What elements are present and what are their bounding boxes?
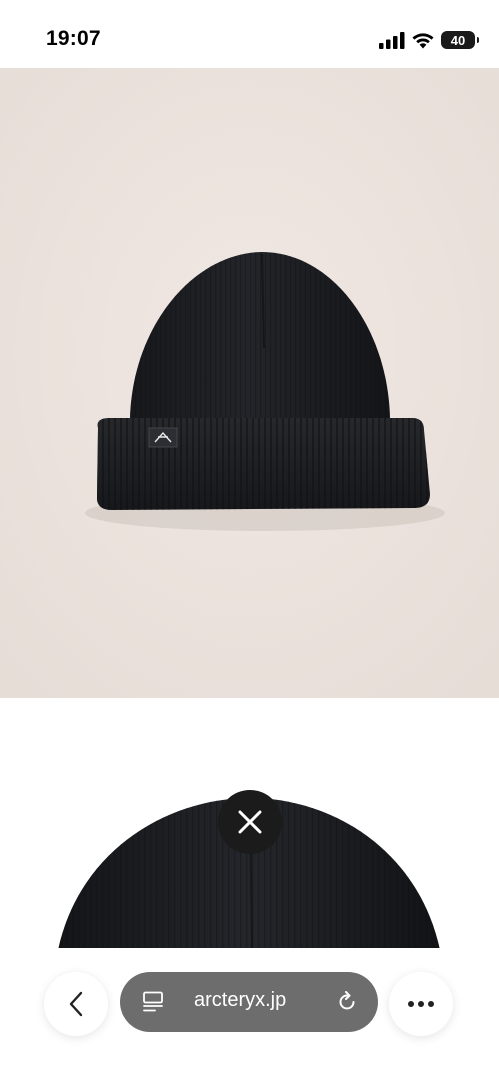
address-bar[interactable]: arcteryx.jp [120, 972, 378, 1032]
battery-level: 40 [450, 32, 466, 48]
status-time: 19:07 [46, 27, 101, 50]
beanie-image [0, 68, 499, 698]
url-text[interactable]: arcteryx.jp [194, 989, 286, 1012]
reload-icon[interactable] [336, 991, 358, 1013]
wifi-icon [412, 33, 434, 49]
cellular-signal-icon [379, 32, 405, 49]
close-icon [238, 810, 262, 834]
page-menu-icon[interactable] [142, 991, 164, 1013]
product-image-main[interactable] [0, 68, 499, 698]
status-icons: 40 [379, 29, 479, 51]
back-button[interactable] [44, 972, 108, 1036]
chevron-left-icon [69, 991, 83, 1017]
close-button[interactable] [218, 790, 282, 854]
battery-icon: 40 [441, 31, 479, 49]
more-horizontal-icon [408, 1001, 434, 1007]
more-options-button[interactable] [389, 972, 453, 1036]
status-bar: 19:07 40 [0, 0, 499, 68]
